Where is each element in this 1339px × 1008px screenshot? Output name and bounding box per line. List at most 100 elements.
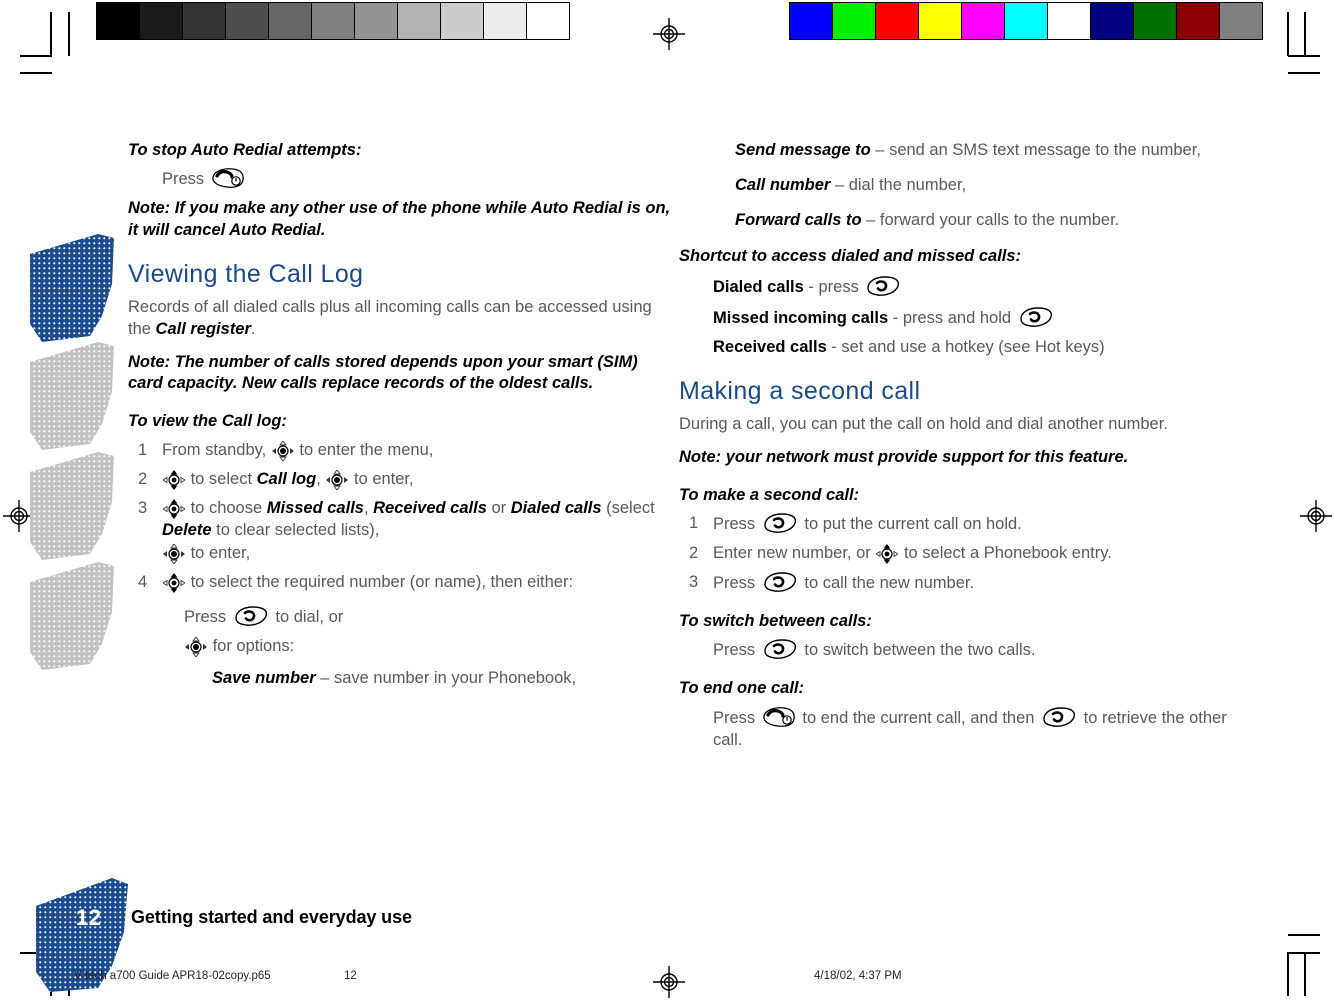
records-paragraph: Records of all dialed calls plus all inc… <box>128 297 673 341</box>
step3-mid: (select <box>601 499 655 518</box>
end-call-heading: To end one call: <box>679 679 804 698</box>
nav-center-icon <box>326 469 349 490</box>
stop-redial-instruction: Press <box>162 167 673 191</box>
switch-calls-instruction: Press to switch between the two calls. <box>713 638 1231 662</box>
end-call-key-icon <box>212 168 244 189</box>
received-calls-shortcut: Received calls - set and use a hotkey (s… <box>713 337 1231 359</box>
step-1: 1 Press to put the current call on hold. <box>679 512 1231 535</box>
send-message-term: Send message to <box>735 141 871 159</box>
send-call-key-icon <box>1019 307 1052 328</box>
nav-center-icon <box>185 637 207 658</box>
shortcut-heading: Shortcut to access dialed and missed cal… <box>679 246 1022 265</box>
nav-updown-icon <box>163 469 185 490</box>
step-number: 3 <box>138 499 148 518</box>
footer-page-ref: 12 <box>344 970 357 982</box>
dialed-calls-term: Dialed calls <box>713 278 804 297</box>
step-3: 3 Press to call the new number. <box>679 571 1231 594</box>
records-period: . <box>250 319 256 338</box>
send-call-key-icon <box>867 276 900 297</box>
press-label: Press <box>713 574 756 593</box>
step-number: 3 <box>689 573 699 592</box>
nav-center-icon <box>163 543 185 564</box>
step-number: 2 <box>138 469 148 488</box>
send-call-key-icon <box>235 606 267 626</box>
delete-term: Delete <box>162 521 212 540</box>
sep1: , <box>363 499 374 518</box>
nav-updown-icon <box>163 572 185 593</box>
received-calls-term: Received calls <box>713 338 827 357</box>
received-calls-desc: - set and use a hotkey (see Hot keys) <box>831 338 1105 357</box>
footer-filename: V tech a700 Guide APR18-02copy.p65 <box>74 970 271 982</box>
dialed-calls-desc: - press <box>808 278 859 297</box>
right-column: Send message to – send an SMS text messa… <box>679 140 1231 762</box>
save-number-desc: – save number in your Phonebook, <box>315 668 577 687</box>
end-desc-1: to end the current call, and then <box>802 708 1035 727</box>
step2-lead: Enter new number, or <box>713 544 871 563</box>
send-call-key-icon <box>1043 706 1076 727</box>
missed-calls-desc: - press and hold <box>892 309 1012 328</box>
step-2: 2 to select BOLD:Call logCall log, <box>128 468 673 490</box>
forward-calls-option: Forward calls to – forward your calls to… <box>735 210 1231 232</box>
left-column: To stop Auto Redial attempts: Press Note… <box>128 140 673 701</box>
step-number: 1 <box>689 513 699 532</box>
step4-text: to select the required number (or name),… <box>190 572 574 591</box>
received-calls-term: Received calls <box>373 499 487 518</box>
step-3: 3 to choose Missed calls, Received calls… <box>128 497 673 564</box>
to-dial-label: to dial, or <box>275 608 344 627</box>
section-heading-making-second-call: Making a second call <box>679 377 921 406</box>
send-call-key-icon <box>764 513 796 533</box>
forward-calls-term: Forward calls to <box>735 210 862 229</box>
send-message-desc: – send an SMS text message to the number… <box>870 141 1201 159</box>
nav-center-icon <box>271 440 294 461</box>
switch-desc: to switch between the two calls. <box>804 641 1036 660</box>
step-4: 4 to select the required number (or name… <box>128 571 673 593</box>
end-call-instruction: Press to end the current call, and then … <box>713 706 1231 752</box>
make-second-call-heading: To make a second call: <box>679 485 860 504</box>
view-call-log-heading: To view the Call log: <box>128 412 287 431</box>
step-number: 1 <box>138 440 148 459</box>
press-label: Press <box>184 608 227 627</box>
missed-calls-term: Missed calls <box>266 499 364 518</box>
switch-calls-heading: To switch between calls: <box>679 611 872 630</box>
footer-chapter-title: Getting started and everyday use <box>131 907 412 927</box>
page-number-badge: 12 <box>76 905 102 930</box>
call-number-term: Call number <box>735 175 831 194</box>
view-call-log-steps: 1 From standby, to enter the menu, 2 to … <box>128 439 673 594</box>
note-sim-capacity: Note: The number of calls stored depends… <box>128 352 638 393</box>
press-to-dial-line: Press to dial, or <box>184 605 673 629</box>
make-second-call-steps: 1 Press to put the current call on hold.… <box>679 512 1231 595</box>
send-message-option: Send message to – send an SMS text messa… <box>735 140 1231 162</box>
send-call-key-icon <box>764 572 796 593</box>
during-call-paragraph: During a call, you can put the call on h… <box>679 414 1168 433</box>
step-1: 1 From standby, to enter the menu, <box>128 439 673 461</box>
press-label: Press <box>713 641 756 660</box>
call-log-label: Call log <box>256 469 317 488</box>
call-number-desc: – dial the number, <box>830 175 967 194</box>
step-2: 2 Enter new number, or to select a Phone… <box>679 542 1231 565</box>
for-options-label: for options: <box>212 637 295 656</box>
step-number: 2 <box>689 544 699 563</box>
dialed-calls-term: Dialed calls <box>510 499 602 518</box>
for-options-line: for options: <box>184 636 673 658</box>
step2-desc: to select a Phonebook entry. <box>903 544 1112 563</box>
step3-desc: to call the new number. <box>804 574 975 593</box>
manual-page: To stop Auto Redial attempts: Press Note… <box>0 0 1339 1008</box>
save-number-term: Save number <box>212 668 316 687</box>
sep2: or <box>486 499 511 518</box>
note-network-support: Note: your network must provide support … <box>679 447 1129 466</box>
footer-timestamp: 4/18/02, 4:37 PM <box>814 970 902 982</box>
step1-desc: to put the current call on hold. <box>804 514 1022 533</box>
press-label: Press <box>713 708 756 727</box>
note-auto-redial: Note: If you make any other use of the p… <box>128 199 671 240</box>
step3-tail: to clear selected lists), <box>211 521 380 540</box>
section-heading-viewing-call-log: Viewing the Call Log <box>128 259 364 288</box>
nav-updown-icon <box>163 499 185 520</box>
step3-enter: to enter, <box>190 543 251 562</box>
nav-updown-icon <box>876 544 899 565</box>
save-number-option: Save number – save number in your Phoneb… <box>212 668 673 690</box>
missed-calls-term: Missed incoming calls <box>713 309 889 328</box>
step-number: 4 <box>138 572 148 591</box>
dialed-calls-shortcut: Dialed calls - press <box>713 275 1231 299</box>
step3-lead: to choose <box>190 499 267 518</box>
call-register-term: Call register <box>155 319 251 338</box>
